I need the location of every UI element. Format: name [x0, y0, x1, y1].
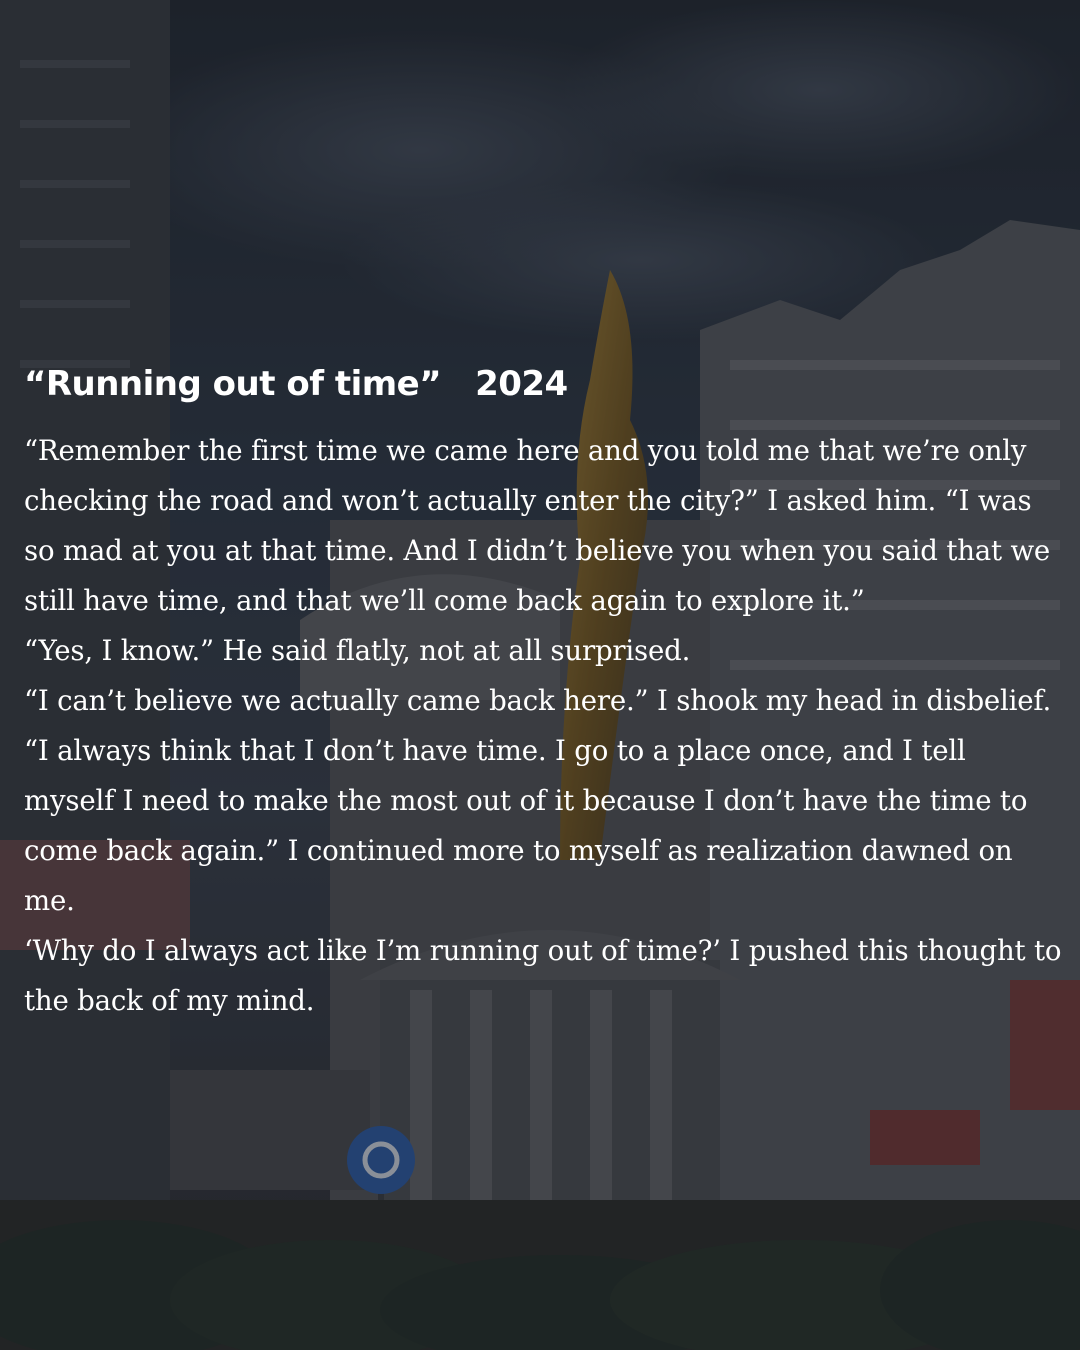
title-year: 2024 — [475, 364, 568, 404]
story-paragraph-1: “Remember the first time we came here an… — [24, 434, 1051, 617]
post-content: “Running out of time” 2024 “Remember the … — [24, 358, 1064, 1026]
title-text: “Running out of time” — [24, 364, 442, 404]
story-text: “Remember the first time we came here an… — [24, 426, 1064, 1026]
story-paragraph-4: ‘Why do I always act like I’m running ou… — [24, 934, 1062, 1017]
post-title: “Running out of time” 2024 — [24, 358, 1064, 410]
story-paragraph-2: “Yes, I know.” He said flatly, not at al… — [24, 634, 691, 667]
story-paragraph-3: “I can’t believe we actually came back h… — [24, 684, 1052, 917]
